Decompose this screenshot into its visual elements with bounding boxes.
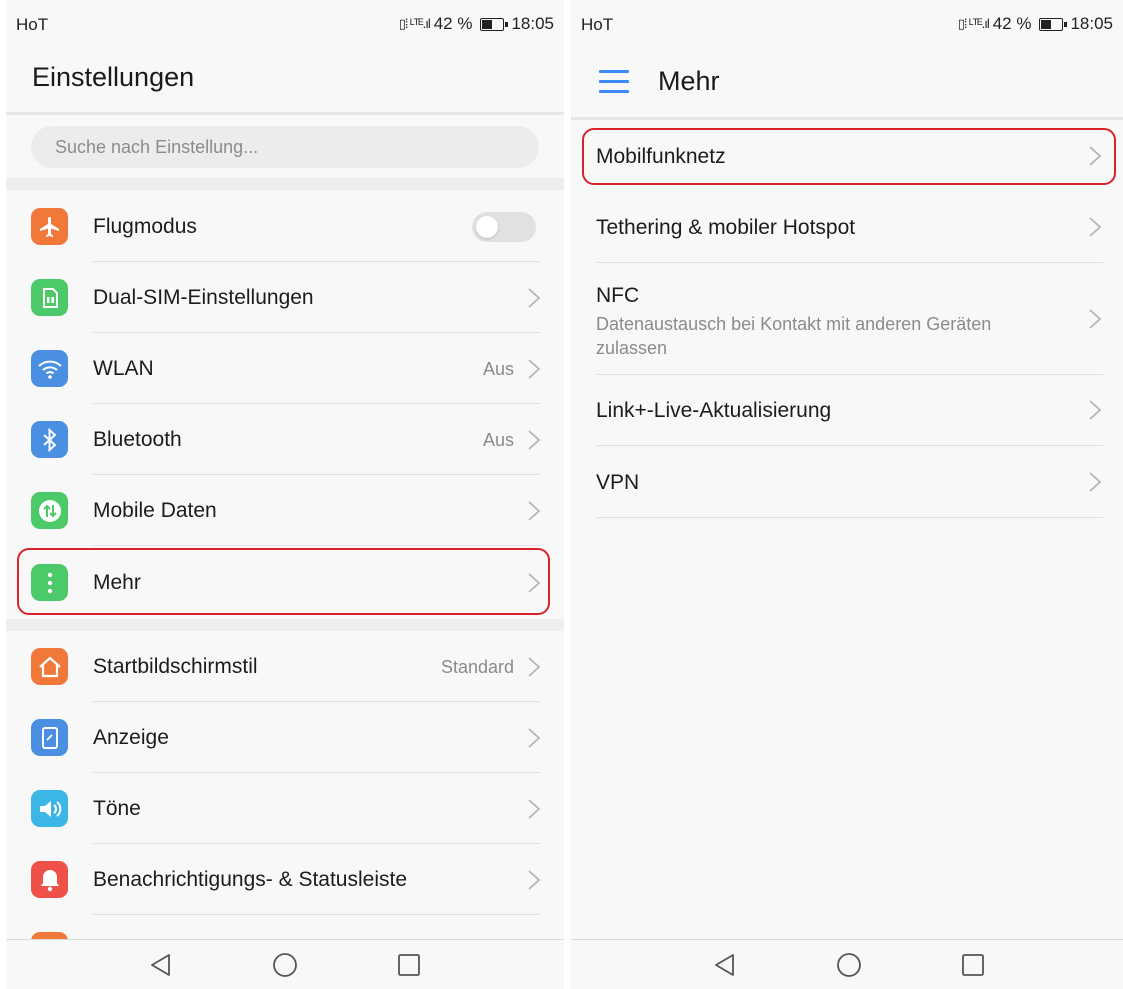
settings-item-value: Aus	[482, 430, 514, 450]
back-icon[interactable]	[712, 952, 738, 978]
header-divider	[571, 117, 1123, 120]
settings-item-label: Benachrichtigungs- & Statusleiste	[93, 868, 408, 891]
settings-item-anzeige[interactable]: Anzeige	[6, 702, 564, 773]
page-title: Einstellungen	[32, 62, 195, 92]
row-divider	[93, 914, 540, 915]
recents-icon[interactable]	[960, 952, 986, 978]
display-icon	[31, 719, 68, 756]
status-indicators: ▯⁞ ᴸᵀᴱ.ıl 42 % 18:05	[399, 14, 554, 34]
settings-item-value: Aus	[482, 359, 514, 379]
nav-bar	[571, 939, 1123, 989]
settings-item-toene[interactable]: Töne	[6, 773, 564, 844]
chevron-right-icon	[528, 657, 541, 677]
settings-item-label: Startbildschirmstil	[93, 655, 258, 678]
notification-icon	[31, 861, 68, 898]
recents-icon[interactable]	[396, 952, 422, 978]
row-divider	[93, 545, 540, 546]
status-bar: HoT ▯⁞ ᴸᵀᴱ.ıl 42 % 18:05	[6, 0, 564, 50]
chevron-right-icon	[528, 501, 541, 521]
chevron-right-icon	[1089, 472, 1102, 492]
toggle-knob	[476, 216, 498, 238]
page-title: Mehr	[658, 66, 720, 96]
settings-item-startbildschirmstil[interactable]: Startbildschirmstil Standard	[6, 631, 564, 702]
settings-item-label: Mobile Daten	[93, 499, 217, 522]
battery-percent: 42 %	[992, 14, 1032, 33]
mehr-screen: HoT ▯⁞ ᴸᵀᴱ.ıl 42 % 18:05 Mehr Mobilfunkn…	[571, 0, 1123, 989]
mehr-item-label: Link+-Live-Aktualisierung	[596, 399, 832, 422]
mehr-item-link-live[interactable]: Link+-Live-Aktualisierung	[571, 375, 1123, 446]
header-divider	[6, 112, 564, 115]
settings-item-flugmodus[interactable]: Flugmodus	[6, 191, 564, 262]
clock: 18:05	[1070, 14, 1113, 33]
settings-item-wlan[interactable]: WLAN Aus	[6, 333, 564, 404]
settings-item-label: Flugmodus	[93, 215, 197, 238]
signal-icon: ▯⁞ ᴸᵀᴱ.ıl	[957, 16, 990, 31]
section-divider	[6, 178, 564, 190]
highlight-mehr	[17, 548, 550, 615]
menu-icon[interactable]	[599, 70, 629, 94]
home-button-icon[interactable]	[272, 952, 298, 978]
settings-item-label: Dual-SIM-Einstellungen	[93, 286, 314, 309]
chevron-right-icon	[1089, 309, 1102, 329]
battery-icon	[480, 17, 509, 31]
status-indicators: ▯⁞ ᴸᵀᴱ.ıl 42 % 18:05	[958, 14, 1113, 34]
settings-item-value: Standard	[440, 657, 514, 677]
settings-item-mobile-daten[interactable]: Mobile Daten	[6, 475, 564, 546]
airplane-icon	[31, 208, 68, 245]
chevron-right-icon	[528, 430, 541, 450]
nav-bar	[6, 939, 564, 989]
search-input[interactable]	[31, 126, 539, 168]
mehr-item-label: VPN	[596, 471, 640, 494]
chevron-right-icon	[1089, 217, 1102, 237]
clock: 18:05	[511, 14, 554, 33]
highlight-mobilfunknetz	[582, 128, 1116, 185]
row-divider	[596, 517, 1103, 518]
flugmodus-toggle[interactable]	[472, 212, 536, 242]
settings-item-benachrichtigungen[interactable]: Benachrichtigungs- & Statusleiste	[6, 844, 564, 915]
battery-percent: 42 %	[433, 14, 473, 33]
home-button-icon[interactable]	[836, 952, 862, 978]
back-icon[interactable]	[148, 952, 174, 978]
home-icon	[31, 648, 68, 685]
carrier-label: HoT	[16, 15, 49, 34]
bluetooth-icon	[31, 421, 68, 458]
mehr-item-subtitle: Datenaustausch bei Kontakt mit anderen G…	[596, 314, 992, 358]
mehr-item-tethering[interactable]: Tethering & mobiler Hotspot	[571, 190, 1123, 263]
battery-icon	[1039, 17, 1068, 31]
signal-icon: ▯⁞ ᴸᵀᴱ.ıl	[398, 16, 431, 31]
menu-icon-bar	[599, 80, 629, 83]
mehr-item-nfc[interactable]: NFC Datenaustausch bei Kontakt mit ander…	[571, 263, 1123, 375]
status-bar: HoT ▯⁞ ᴸᵀᴱ.ıl 42 % 18:05	[571, 0, 1123, 50]
mobile-data-icon	[31, 492, 68, 529]
settings-item-dual-sim[interactable]: Dual-SIM-Einstellungen	[6, 262, 564, 333]
chevron-right-icon	[528, 288, 541, 308]
chevron-right-icon	[528, 799, 541, 819]
sound-icon	[31, 790, 68, 827]
mehr-item-label: Tethering & mobiler Hotspot	[596, 216, 856, 239]
chevron-right-icon	[1089, 400, 1102, 420]
sim-card-icon	[31, 279, 68, 316]
settings-item-bluetooth[interactable]: Bluetooth Aus	[6, 404, 564, 475]
mehr-item-label: NFC	[596, 284, 640, 307]
chevron-right-icon	[528, 728, 541, 748]
chevron-right-icon	[528, 359, 541, 379]
settings-item-label: Töne	[93, 797, 141, 820]
section-divider	[6, 619, 564, 631]
settings-item-label: WLAN	[93, 357, 154, 380]
carrier-label: HoT	[581, 15, 614, 34]
settings-screen: HoT ▯⁞ ᴸᵀᴱ.ıl 42 % 18:05 Einstellungen F…	[6, 0, 564, 989]
menu-icon-bar	[599, 70, 629, 73]
settings-item-label: Anzeige	[93, 726, 169, 749]
mehr-item-vpn[interactable]: VPN	[571, 446, 1123, 518]
settings-item-label: Bluetooth	[93, 428, 182, 451]
chevron-right-icon	[528, 870, 541, 890]
menu-icon-bar	[599, 90, 629, 93]
wifi-icon	[31, 350, 68, 387]
